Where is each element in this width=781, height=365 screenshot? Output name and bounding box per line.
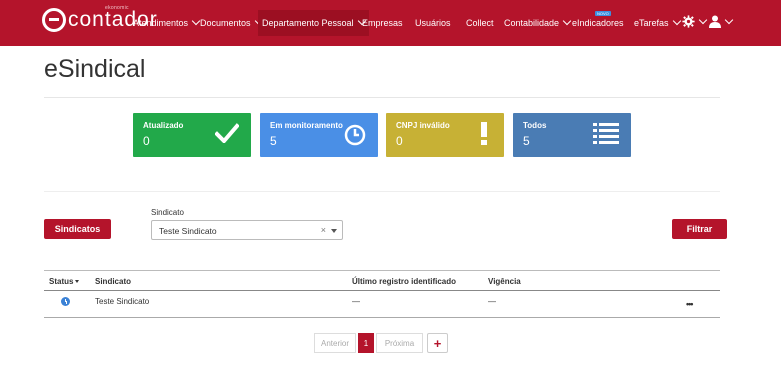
info-icon <box>61 297 70 306</box>
sindicatos-button[interactable]: Sindicatos <box>44 219 111 239</box>
column-header-status[interactable]: Status <box>49 277 80 286</box>
page-title: eSindical <box>44 55 146 83</box>
nav-collect[interactable]: Collect <box>466 18 494 28</box>
card-todos[interactable]: Todos 5 <box>513 113 631 157</box>
settings-menu[interactable] <box>682 15 708 28</box>
nav-etarefas[interactable]: eTarefas <box>634 16 681 28</box>
sort-caret-icon <box>75 280 80 284</box>
chevron-down-icon <box>698 15 708 24</box>
list-icon <box>593 123 619 144</box>
clock-icon <box>344 124 366 146</box>
nav-contabilidade-label: Contabilidade <box>504 18 560 28</box>
nav-departamento-label: Departamento Pessoal <box>262 18 354 28</box>
nav-departamento-pessoal[interactable]: Departamento Pessoal <box>258 10 369 36</box>
nav-atendimentos[interactable]: Atendimentos <box>133 16 201 28</box>
nav-eindicadores-label: eIndicadores <box>572 18 624 28</box>
nav-etarefas-label: eTarefas <box>634 18 669 28</box>
sindicato-select[interactable]: Teste Sindicato × <box>151 220 343 240</box>
pagination-page-1[interactable]: 1 <box>358 333 374 353</box>
chevron-down-icon <box>672 16 681 26</box>
table-bottom-border <box>44 317 720 318</box>
nav-eindicadores[interactable]: eIndicadores NOVO <box>572 11 624 28</box>
header-label: Status <box>49 277 74 286</box>
nav-atendimentos-label: Atendimentos <box>133 18 189 28</box>
user-menu[interactable] <box>709 15 734 28</box>
logo-mark-icon <box>42 8 66 32</box>
column-header-sindicato: Sindicato <box>95 277 132 286</box>
more-actions-icon[interactable]: ••• <box>686 299 694 309</box>
nav-contabilidade[interactable]: Contabilidade <box>504 16 572 28</box>
card-cnpj-invalido[interactable]: CNPJ inválido 0 <box>386 113 504 157</box>
pagination-next[interactable]: Próxima <box>376 333 423 353</box>
chevron-down-icon <box>724 15 734 24</box>
divider <box>44 97 720 98</box>
nav-empresas[interactable]: Empresas <box>362 18 403 28</box>
table-top-border <box>44 270 720 271</box>
brand-tagline: ekonomic <box>105 5 129 11</box>
exclamation-icon <box>481 122 487 145</box>
nav-usuarios-label: Usuários <box>415 18 451 28</box>
divider <box>44 191 720 192</box>
cell-sindicato: Teste Sindicato <box>95 297 150 306</box>
top-navbar: contador ekonomic Atendimentos Documento… <box>0 0 781 46</box>
gear-icon <box>682 15 695 28</box>
column-header-ultimo-registro: Último registro identificado <box>352 277 457 286</box>
pagination-previous[interactable]: Anterior <box>314 333 356 353</box>
cell-vigencia: — <box>488 297 496 306</box>
nav-documentos[interactable]: Documentos <box>200 16 263 28</box>
check-icon <box>215 123 239 143</box>
sindicato-select-label: Sindicato <box>151 208 184 217</box>
nav-collect-label: Collect <box>466 18 494 28</box>
card-em-monitoramento[interactable]: Em monitoramento 5 <box>260 113 378 157</box>
nav-usuarios[interactable]: Usuários <box>415 18 451 28</box>
column-header-vigencia: Vigência <box>488 277 521 286</box>
caret-down-icon[interactable] <box>331 229 337 233</box>
chevron-down-icon <box>562 16 572 26</box>
clear-icon[interactable]: × <box>321 225 326 235</box>
card-atualizado[interactable]: Atualizado 0 <box>133 113 251 157</box>
user-icon <box>709 15 721 28</box>
add-button[interactable]: + <box>427 333 448 353</box>
sindicato-select-value: Teste Sindicato <box>159 226 217 236</box>
nav-documentos-label: Documentos <box>200 18 251 28</box>
cell-ultimo-registro: — <box>352 297 360 306</box>
nav-empresas-label: Empresas <box>362 18 403 28</box>
new-badge: NOVO <box>595 11 611 16</box>
table-header-separator <box>44 290 720 291</box>
filtrar-button[interactable]: Filtrar <box>672 219 727 239</box>
